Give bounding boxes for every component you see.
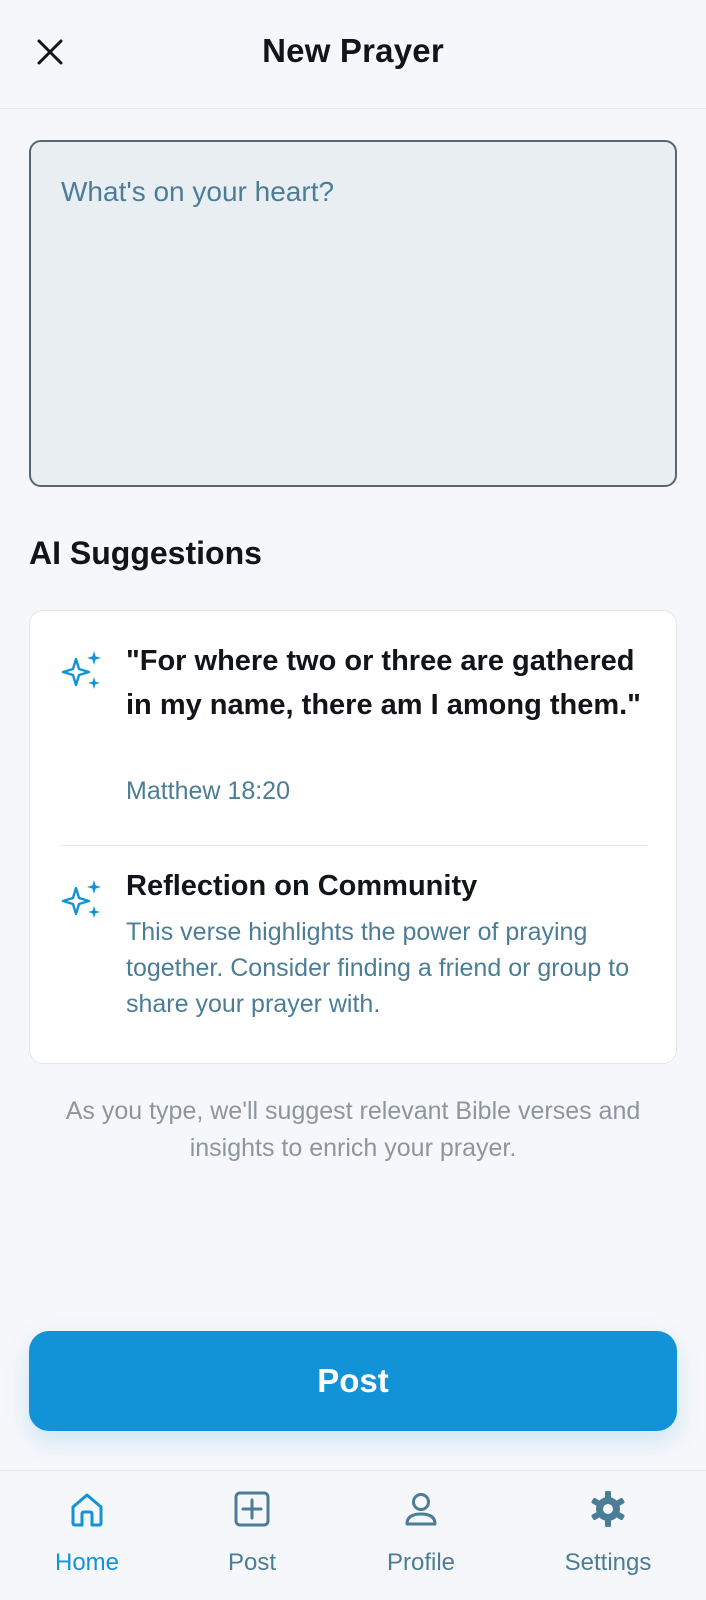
page-title: New Prayer: [262, 32, 444, 69]
post-button[interactable]: Post: [29, 1331, 677, 1431]
nav-item-profile[interactable]: Profile: [351, 1471, 491, 1600]
prayer-text-input[interactable]: [29, 140, 677, 487]
nav-item-settings[interactable]: Settings: [538, 1471, 678, 1600]
suggestion-reflection[interactable]: Reflection on Community This verse highl…: [30, 846, 676, 1063]
reflection-title: Reflection on Community: [126, 870, 478, 902]
nav-label-home: Home: [54, 1549, 120, 1576]
plus-square-icon: [234, 1491, 270, 1527]
sparkles-icon: [61, 651, 101, 689]
new-prayer-screen: New Prayer AI Suggestions "For where two…: [0, 0, 706, 1600]
suggestion-verse[interactable]: "For where two or three are gathered in …: [30, 611, 676, 845]
user-icon: [405, 1493, 437, 1526]
sparkles-icon: [61, 880, 101, 918]
verse-text: "For where two or three are gathered in …: [126, 645, 641, 721]
nav-item-home[interactable]: Home: [17, 1471, 157, 1600]
reflection-body: This verse highlights the power of prayi…: [126, 918, 630, 1018]
suggestions-hint: As you type, we'll suggest relevant Bibl…: [65, 1097, 641, 1162]
header: New Prayer: [0, 0, 706, 109]
home-icon: [71, 1493, 103, 1527]
gear-icon: [591, 1491, 625, 1527]
suggestions-card: "For where two or three are gathered in …: [29, 610, 677, 1064]
nav-item-post[interactable]: Post: [182, 1471, 322, 1600]
verse-reference: Matthew 18:20: [126, 777, 290, 805]
nav-label-profile: Profile: [386, 1549, 456, 1576]
nav-label-post: Post: [227, 1549, 277, 1576]
bottom-nav: Home Post Profile Settings: [0, 1470, 706, 1600]
ai-suggestions-heading: AI Suggestions: [29, 535, 262, 571]
nav-label-settings: Settings: [564, 1549, 652, 1576]
